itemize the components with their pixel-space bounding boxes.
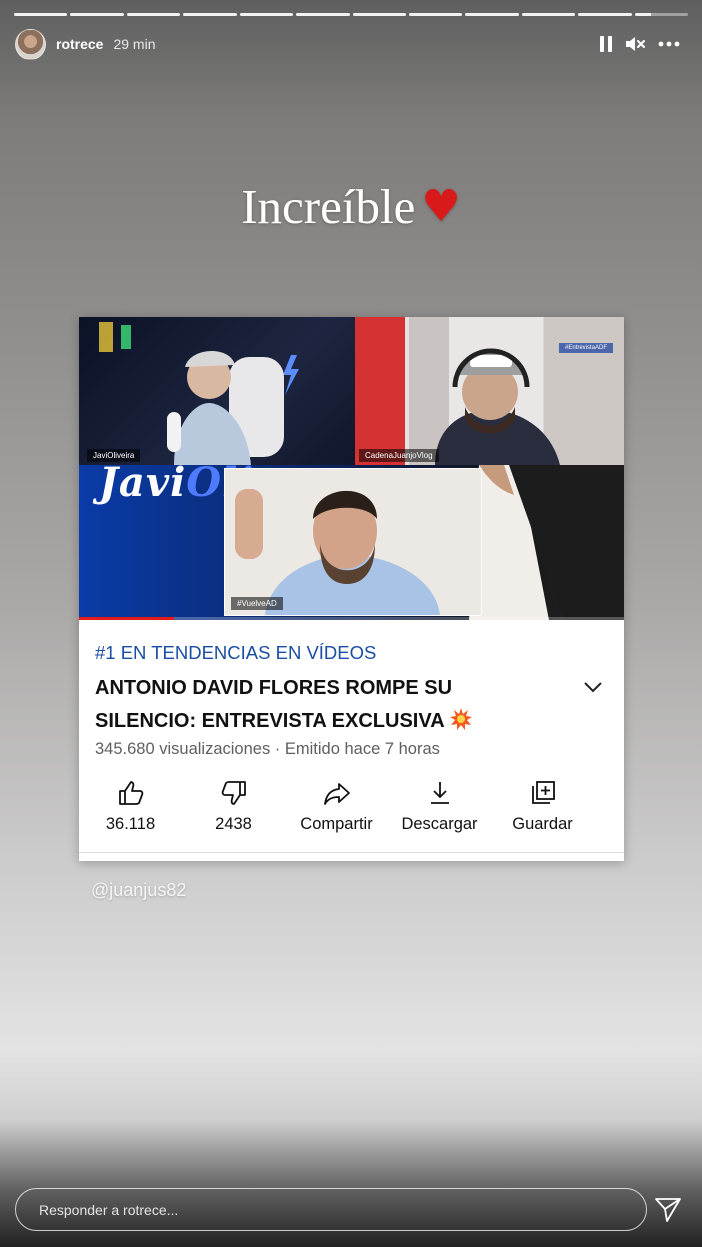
streamer-right-illustration <box>355 317 560 465</box>
progress-segment <box>408 13 463 16</box>
progress-segment <box>521 13 576 16</box>
story-caption: Increíble ♥ <box>0 178 702 235</box>
chevron-down-icon[interactable] <box>584 680 602 698</box>
header-controls <box>600 36 680 52</box>
reply-input[interactable] <box>37 1200 601 1219</box>
story-viewer: rotrece 29 min Increíble ♥ JaviOliveira … <box>0 0 702 1247</box>
corner-hashtag: #EntrevistaADF <box>559 343 614 353</box>
mute-icon[interactable] <box>625 36 645 52</box>
guest-tag: #VuelveAD <box>231 597 283 610</box>
send-icon[interactable] <box>654 1196 682 1229</box>
streamer-left-illustration <box>99 322 299 465</box>
download-label: Descargar <box>401 815 478 833</box>
pause-icon[interactable] <box>600 36 612 52</box>
progress-segment <box>352 13 406 16</box>
dislike-button[interactable]: 2438 <box>182 779 285 834</box>
share-icon <box>323 783 350 805</box>
story-progress-bar <box>14 13 689 16</box>
video-progress-fill <box>79 617 174 620</box>
like-count: 36.118 <box>105 815 156 833</box>
progress-segment <box>126 13 181 16</box>
card-divider <box>79 852 624 853</box>
save-playlist-icon <box>531 781 555 804</box>
reply-box[interactable] <box>15 1188 647 1231</box>
dislike-icon <box>221 781 246 805</box>
streamer-name-right: CadenaJuanjoVlog <box>359 449 439 462</box>
progress-segment <box>578 13 632 16</box>
title-row: ANTONIO DAVID FLORES ROMPE SU SILENCIO: … <box>95 672 624 738</box>
progress-segment <box>70 13 124 16</box>
caption-text: Increíble <box>241 179 416 234</box>
video-title-text: ANTONIO DAVID FLORES ROMPE SU SILENCIO: … <box>95 677 453 732</box>
save-label: Guardar <box>512 815 573 833</box>
download-icon <box>430 782 449 804</box>
explosion-emoji-icon <box>449 707 473 731</box>
dislike-count: 2438 <box>215 815 252 833</box>
video-screenshot-card: JaviOliveira CadenaJuanjoVlog #Entrevist… <box>79 317 624 861</box>
video-actions: 36.118 2438 Compartir Descargar Guardar <box>79 779 624 834</box>
like-button[interactable]: 36.118 <box>79 779 182 834</box>
video-info: #1 EN TENDENCIAS EN VÍDEOS ANTONIO DAVID… <box>79 642 624 834</box>
video-title: ANTONIO DAVID FLORES ROMPE SU SILENCIO: … <box>95 672 535 738</box>
avatar[interactable] <box>15 28 46 60</box>
like-icon <box>118 781 143 805</box>
progress-segment <box>183 13 237 16</box>
progress-segment <box>14 13 68 16</box>
share-button[interactable]: Compartir <box>285 779 388 834</box>
progress-segment <box>296 13 350 16</box>
video-stats: 345.680 visualizaciones · Emitido hace 7… <box>95 740 440 758</box>
username[interactable]: rotrece <box>56 36 103 52</box>
guest-illustration <box>235 489 440 615</box>
story-timestamp: 29 min <box>113 36 156 52</box>
guest-pane: #VuelveAD <box>224 468 482 616</box>
brand-white: Javi <box>99 459 187 506</box>
mention-sticker[interactable]: @juanjus82 <box>91 880 186 901</box>
stream-pane-right: CadenaJuanjoVlog #EntrevistaADF <box>355 317 624 465</box>
save-button[interactable]: Guardar <box>491 779 594 834</box>
stream-pane-left: JaviOliveira <box>79 317 355 465</box>
story-header: rotrece 29 min <box>15 28 680 60</box>
progress-segment-current <box>634 13 689 16</box>
progress-segment <box>239 13 294 16</box>
trending-label[interactable]: #1 EN TENDENCIAS EN VÍDEOS <box>95 642 624 664</box>
heart-emoji: ♥ <box>421 181 461 232</box>
video-thumbnail: JaviOliveira CadenaJuanjoVlog #Entrevist… <box>79 317 624 620</box>
share-label: Compartir <box>300 815 373 833</box>
more-icon[interactable] <box>658 41 680 47</box>
progress-segment <box>465 13 519 16</box>
video-progress-bar[interactable] <box>79 617 624 620</box>
download-button[interactable]: Descargar <box>388 779 491 834</box>
